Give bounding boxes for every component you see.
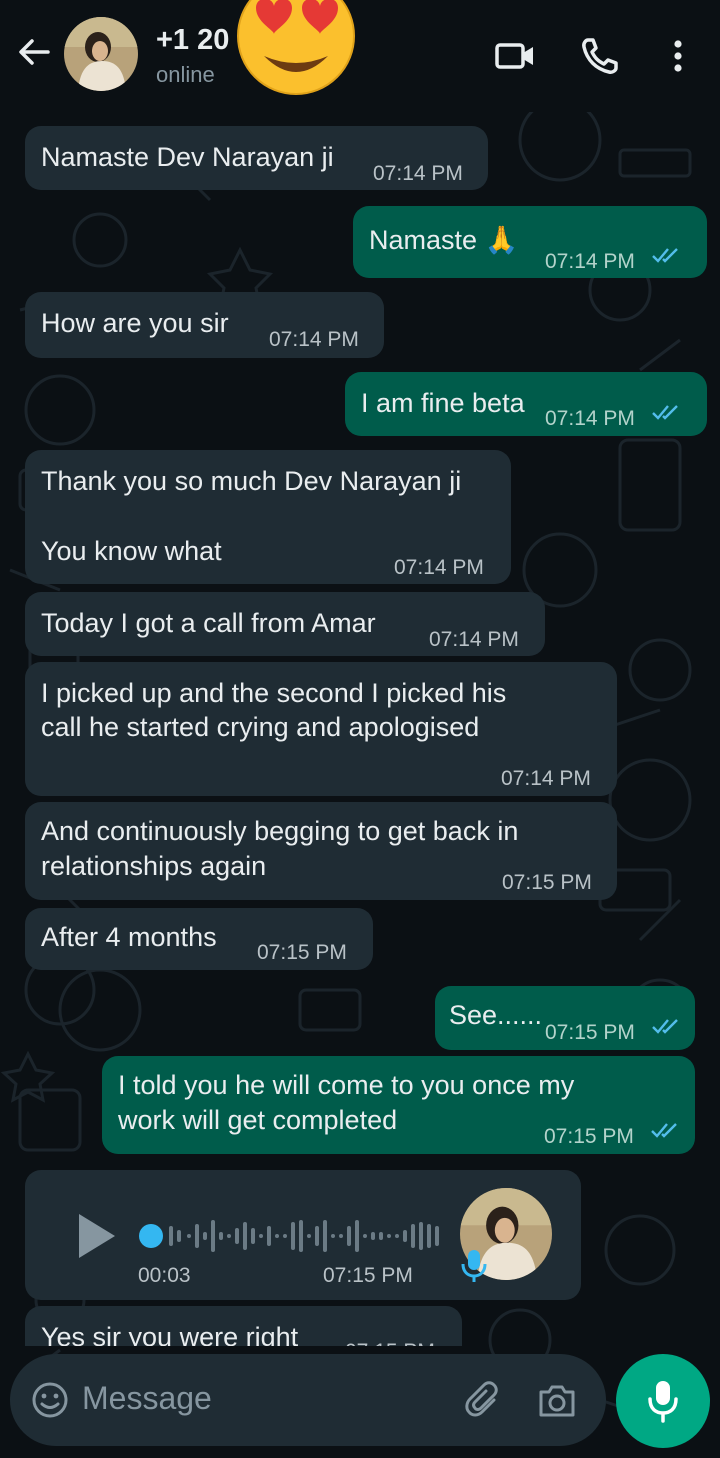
message-text: You know what <box>41 536 222 566</box>
message-bubble[interactable]: Thank you so much Dev Narayan ji You kno… <box>25 450 511 584</box>
message-text: call he started crying and apologised <box>41 712 480 742</box>
mic-icon <box>648 1381 678 1423</box>
message-bubble[interactable]: I told you he will come to you once my w… <box>102 1056 695 1154</box>
message-bubble[interactable]: And continuously begging to get back in … <box>25 802 617 900</box>
message-bubble[interactable]: I am fine beta 07:14 PM <box>345 372 707 436</box>
double-tick-icon <box>652 248 678 263</box>
message-time: 07:15 PM <box>502 871 592 894</box>
message-text: See...... <box>449 1000 543 1030</box>
contact-status: online <box>156 62 215 87</box>
voice-record-button[interactable] <box>616 1354 710 1448</box>
message-composer[interactable]: Message <box>10 1354 606 1446</box>
message-time: 07:14 PM <box>545 407 635 430</box>
voice-duration: 00:03 <box>138 1264 191 1287</box>
message-bubble[interactable]: I picked up and the second I picked his … <box>25 662 617 796</box>
message-time: 07:15 PM <box>323 1264 413 1287</box>
camera-icon[interactable] <box>536 1380 578 1422</box>
message-time: 07:14 PM <box>269 328 359 351</box>
double-tick-icon <box>651 1123 677 1138</box>
message-text: Namaste 🙏 <box>369 225 519 255</box>
voice-waveform[interactable] <box>135 1216 445 1256</box>
play-icon[interactable] <box>73 1210 119 1262</box>
contact-avatar[interactable] <box>64 17 138 91</box>
message-text: I am fine beta <box>361 388 525 418</box>
message-time: 07:14 PM <box>394 556 484 579</box>
message-time: 07:14 PM <box>429 628 519 651</box>
message-bubble[interactable]: Today I got a call from Amar 07:14 PM <box>25 592 545 656</box>
message-text: How are you sir <box>41 308 229 338</box>
message-bubble[interactable]: Namaste 🙏 07:14 PM <box>353 206 707 278</box>
voice-message-bubble[interactable]: 00:03 07:15 PM <box>25 1170 581 1300</box>
back-arrow-icon[interactable] <box>14 32 54 72</box>
double-tick-icon <box>652 1019 678 1034</box>
message-bubble[interactable]: See...... 07:15 PM <box>435 986 695 1050</box>
message-bubble[interactable]: Namaste Dev Narayan ji 07:14 PM <box>25 126 488 190</box>
chat-header: +1 20 47 online <box>0 0 720 112</box>
message-text: work will get completed <box>118 1105 398 1135</box>
video-call-icon[interactable] <box>493 34 537 78</box>
phone-icon[interactable] <box>578 34 622 78</box>
attach-icon[interactable] <box>464 1380 506 1422</box>
message-text: Yes sir you were right <box>41 1322 299 1346</box>
double-tick-icon <box>652 405 678 420</box>
message-time: 07:15 PM <box>345 1334 435 1346</box>
message-time: 07:15 PM <box>257 941 347 964</box>
message-text: I told you he will come to you once my <box>118 1070 575 1100</box>
message-bubble[interactable]: After 4 months 07:15 PM <box>25 908 373 970</box>
message-text: Thank you so much Dev Narayan ji <box>41 466 462 496</box>
menu-icon[interactable] <box>656 34 700 78</box>
message-text: Today I got a call from Amar <box>41 608 376 638</box>
message-bubble[interactable]: Yes sir you were right 07:15 PM <box>25 1306 462 1346</box>
mic-icon <box>461 1250 487 1282</box>
message-text: I picked up and the second I picked his <box>41 678 507 708</box>
message-text: After 4 months <box>41 922 217 952</box>
message-bubble[interactable]: How are you sir 07:14 PM <box>25 292 384 358</box>
message-time: 07:15 PM <box>544 1125 634 1148</box>
message-time: 07:14 PM <box>373 162 463 185</box>
message-time: 07:15 PM <box>545 1021 635 1044</box>
heart-eyes-emoji-overlay <box>237 0 355 95</box>
message-text: And continuously begging to get back in <box>41 816 519 846</box>
message-time: 07:14 PM <box>545 250 635 273</box>
message-text: relationships again <box>41 851 267 881</box>
message-text: Namaste Dev Narayan ji <box>41 142 334 172</box>
message-time: 07:14 PM <box>501 767 591 790</box>
message-input[interactable]: Message <box>82 1380 212 1417</box>
emoji-icon[interactable] <box>30 1380 70 1420</box>
